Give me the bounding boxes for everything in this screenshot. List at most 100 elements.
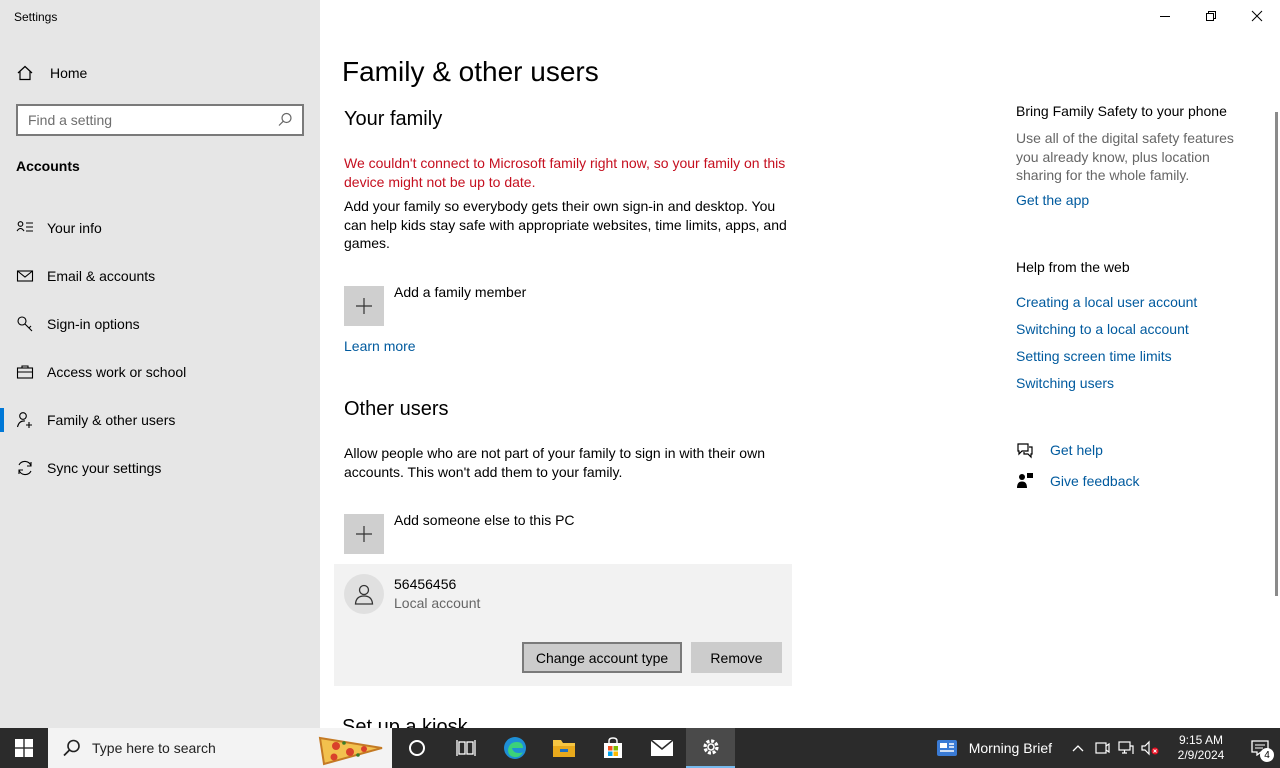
search-icon[interactable] bbox=[276, 111, 294, 129]
sidebar-nav: Your info Email & accounts Sign-in optio… bbox=[0, 204, 320, 492]
family-description: Add your family so everybody gets their … bbox=[344, 198, 787, 251]
sidebar-item-label: Access work or school bbox=[47, 364, 187, 380]
briefcase-icon bbox=[16, 363, 34, 381]
add-someone-else-button[interactable]: Add someone else to this PC bbox=[344, 512, 575, 554]
task-view-button[interactable] bbox=[441, 728, 490, 768]
meet-now-button[interactable] bbox=[1090, 728, 1114, 768]
store-icon bbox=[603, 737, 622, 758]
volume-button[interactable] bbox=[1138, 728, 1162, 768]
settings-search-box[interactable] bbox=[16, 104, 304, 136]
family-connection-warning: We couldn't connect to Microsoft family … bbox=[344, 155, 786, 190]
help-link-screen-time-limits[interactable]: Setting screen time limits bbox=[1016, 348, 1172, 364]
give-feedback-link[interactable]: Give feedback bbox=[1016, 472, 1140, 490]
task-view-icon bbox=[455, 740, 476, 756]
family-safety-promo-text: Use all of the digital safety features y… bbox=[1016, 130, 1234, 183]
key-icon bbox=[16, 315, 34, 333]
help-link-creating-local-account[interactable]: Creating a local user account bbox=[1016, 294, 1197, 310]
search-icon bbox=[63, 739, 80, 757]
sync-icon bbox=[16, 459, 34, 477]
sidebar-item-label: Your info bbox=[47, 220, 102, 236]
edge-button[interactable] bbox=[490, 728, 539, 768]
remove-user-button[interactable]: Remove bbox=[691, 642, 782, 673]
feedback-person-icon bbox=[1016, 472, 1034, 490]
main-scrollbar[interactable] bbox=[1275, 112, 1278, 596]
taskbar-search-text: Type here to search bbox=[92, 740, 216, 756]
news-label: Morning Brief bbox=[968, 740, 1052, 756]
cortana-button[interactable] bbox=[392, 728, 441, 768]
add-person-icon bbox=[16, 411, 34, 429]
home-label: Home bbox=[50, 65, 88, 81]
settings-button[interactable] bbox=[686, 728, 735, 768]
taskbar: Type here to search Morning Brief 9:15 A… bbox=[0, 728, 1280, 768]
pizza-doodle-icon bbox=[318, 736, 383, 766]
sidebar-item-email-accounts[interactable]: Email & accounts bbox=[0, 252, 320, 300]
taskbar-search-box[interactable]: Type here to search bbox=[48, 728, 392, 768]
clock[interactable]: 9:15 AM 2/9/2024 bbox=[1162, 733, 1240, 763]
sidebar-item-sync-settings[interactable]: Sync your settings bbox=[0, 444, 320, 492]
envelope-icon bbox=[16, 267, 34, 285]
windows-logo-icon bbox=[15, 739, 33, 757]
mail-button[interactable] bbox=[637, 728, 686, 768]
add-someone-else-label: Add someone else to this PC bbox=[394, 512, 575, 528]
cortana-icon bbox=[408, 740, 425, 756]
your-family-heading: Your family bbox=[344, 108, 443, 130]
sidebar-item-label: Sign-in options bbox=[47, 316, 140, 332]
sidebar-item-sign-in-options[interactable]: Sign-in options bbox=[0, 300, 320, 348]
add-family-member-label: Add a family member bbox=[394, 284, 527, 300]
get-help-link[interactable]: Get help bbox=[1016, 441, 1103, 459]
network-button[interactable] bbox=[1114, 728, 1138, 768]
clock-time: 9:15 AM bbox=[1178, 733, 1224, 747]
family-safety-promo-title: Bring Family Safety to your phone bbox=[1016, 103, 1227, 119]
news-icon bbox=[936, 740, 957, 756]
meet-now-icon bbox=[1095, 742, 1110, 754]
sidebar-item-your-info[interactable]: Your info bbox=[0, 204, 320, 252]
get-help-label: Get help bbox=[1050, 442, 1103, 458]
sidebar-item-label: Family & other users bbox=[47, 412, 176, 428]
mail-icon bbox=[649, 739, 674, 756]
plus-icon bbox=[344, 286, 384, 326]
user-name: 56456456 bbox=[394, 576, 457, 592]
other-users-heading: Other users bbox=[344, 398, 449, 420]
show-hidden-icons-button[interactable] bbox=[1066, 728, 1090, 768]
chat-help-icon bbox=[1016, 441, 1034, 459]
user-account-type: Local account bbox=[394, 595, 481, 611]
network-icon bbox=[1118, 741, 1134, 754]
change-account-type-button[interactable]: Change account type bbox=[522, 642, 682, 673]
page-title: Family & other users bbox=[342, 56, 599, 87]
edge-icon bbox=[503, 737, 526, 759]
notification-count-badge: 4 bbox=[1260, 748, 1274, 762]
clock-date: 2/9/2024 bbox=[1177, 748, 1225, 762]
sidebar-item-label: Email & accounts bbox=[47, 268, 156, 284]
home-icon bbox=[16, 64, 34, 82]
kiosk-heading-partial: Set up a kiosk bbox=[342, 716, 468, 728]
user-account-card[interactable]: 56456456 Local account Change account ty… bbox=[334, 564, 792, 686]
section-heading-accounts: Accounts bbox=[16, 158, 80, 174]
system-tray: Morning Brief 9:15 AM 2/9/2024 4 bbox=[936, 728, 1280, 768]
learn-more-link[interactable]: Learn more bbox=[344, 338, 416, 354]
person-card-icon bbox=[16, 219, 34, 237]
help-link-switching-local-account[interactable]: Switching to a local account bbox=[1016, 321, 1189, 337]
sidebar-item-label: Sync your settings bbox=[47, 460, 162, 476]
home-link[interactable]: Home bbox=[16, 62, 87, 84]
settings-search-input[interactable] bbox=[28, 112, 276, 128]
other-users-description: Allow people who are not part of your fa… bbox=[344, 445, 765, 480]
sidebar-item-family-other-users[interactable]: Family & other users bbox=[0, 396, 320, 444]
add-family-member-button[interactable]: Add a family member bbox=[344, 284, 527, 326]
volume-muted-icon bbox=[1141, 740, 1159, 756]
help-from-web-heading: Help from the web bbox=[1016, 259, 1130, 275]
app-title: Settings bbox=[14, 10, 58, 24]
give-feedback-label: Give feedback bbox=[1050, 473, 1140, 489]
settings-icon bbox=[702, 739, 719, 755]
settings-sidebar: Settings Home Accounts Your info Email &… bbox=[0, 0, 320, 728]
file-explorer-button[interactable] bbox=[539, 728, 588, 768]
get-the-app-link[interactable]: Get the app bbox=[1016, 192, 1089, 208]
news-widget[interactable]: Morning Brief bbox=[936, 740, 1052, 756]
chevron-up-icon bbox=[1072, 745, 1084, 752]
user-avatar-icon bbox=[344, 574, 384, 614]
sidebar-item-access-work-school[interactable]: Access work or school bbox=[0, 348, 320, 396]
store-button[interactable] bbox=[588, 728, 637, 768]
file-explorer-icon bbox=[552, 740, 575, 757]
help-link-switching-users[interactable]: Switching users bbox=[1016, 375, 1114, 391]
start-button[interactable] bbox=[0, 728, 48, 768]
action-center-button[interactable]: 4 bbox=[1240, 728, 1280, 768]
